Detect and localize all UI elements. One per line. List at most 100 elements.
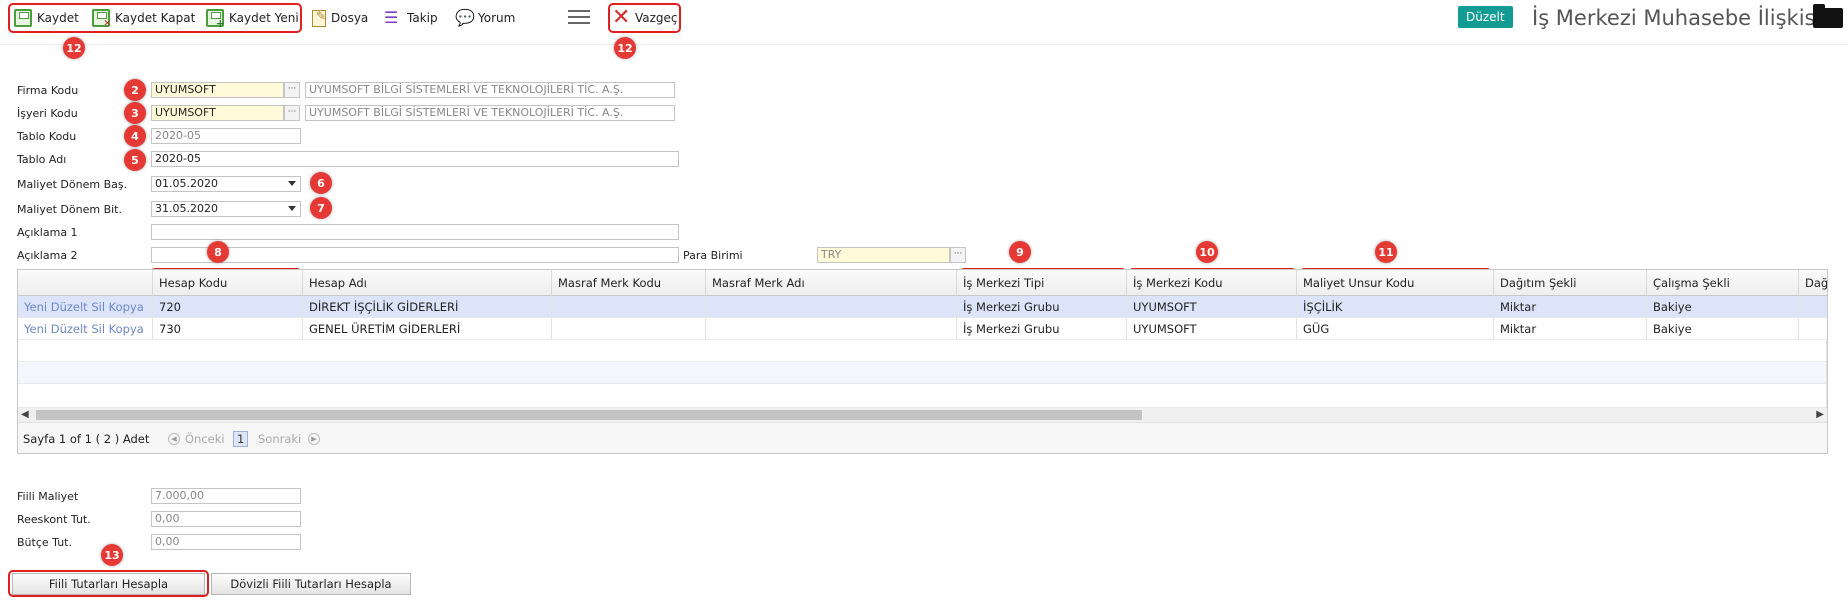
folder-icon[interactable]	[1813, 4, 1843, 28]
reeskont-label: Reeskont Tut.	[17, 513, 91, 526]
checklist-icon: ☰	[384, 8, 399, 27]
table-cell[interactable]: UYUMSOFT	[1127, 296, 1297, 318]
tablo-adi-input[interactable]: 2020-05	[151, 151, 679, 167]
grid-header-calisma-sekli[interactable]: Çalışma Şekli	[1647, 270, 1799, 296]
isyeri-kodu-label: İşyeri Kodu	[17, 107, 78, 120]
grid-header-masraf-merk-adi[interactable]: Masraf Merk Adı	[706, 270, 957, 296]
pager-info: Sayfa 1 of 1 ( 2 ) Adet	[23, 432, 150, 446]
follow-button[interactable]: ☰ Takip	[384, 5, 438, 31]
aciklama1-label: Açıklama 1	[17, 226, 78, 239]
reeskont-field: 0,00	[151, 511, 301, 527]
grid-header-dag[interactable]: Dağ	[1799, 270, 1827, 296]
step-marker: 4	[124, 125, 146, 147]
grid-header-masraf-merk-kodu[interactable]: Masraf Merk Kodu	[552, 270, 706, 296]
chevron-down-icon	[288, 206, 296, 211]
comment-button[interactable]: 💬 Yorum	[455, 5, 515, 31]
grid-pager: Sayfa 1 of 1 ( 2 ) Adet ◀ Önceki 1 Sonra…	[18, 422, 1827, 453]
para-birimi-lookup-button[interactable]: ···	[950, 247, 966, 263]
scroll-right-icon[interactable]: ▶	[1816, 408, 1824, 422]
highlight-cancel	[608, 3, 681, 33]
scroll-thumb[interactable]	[36, 410, 1142, 420]
table-cell[interactable]: Miktar	[1494, 296, 1647, 318]
butce-field: 0,00	[151, 534, 301, 550]
table-cell[interactable]: GÜG	[1297, 318, 1494, 340]
prev-page-button[interactable]: Önceki	[185, 432, 225, 446]
detail-grid: Hesap Kodu Hesap Adı Masraf Merk Kodu Ma…	[17, 269, 1828, 454]
step-marker: 2	[124, 79, 146, 101]
table-cell[interactable]	[706, 296, 957, 318]
donem-bas-label: Maliyet Dönem Baş.	[17, 178, 128, 191]
mode-badge: Düzelt	[1458, 6, 1513, 28]
step-marker: 11	[1375, 241, 1397, 263]
step-marker: 8	[207, 241, 229, 263]
empty-row	[18, 340, 1827, 362]
step-marker: 13	[101, 544, 123, 566]
donem-bit-select[interactable]: 31.05.2020	[151, 201, 301, 217]
table-cell[interactable]: GENEL ÜRETİM GİDERLERİ	[303, 318, 552, 340]
isyeri-lookup-button[interactable]: ···	[284, 105, 300, 121]
scroll-left-icon[interactable]: ◀	[21, 408, 29, 422]
grid-header-dagitim-sekli[interactable]: Dağıtım Şekli	[1494, 270, 1647, 296]
calc-fx-actual-amounts-button[interactable]: Dövizli Fiili Tutarları Hesapla	[211, 573, 411, 595]
menu-icon[interactable]	[568, 10, 590, 24]
table-cell[interactable]: Miktar	[1494, 318, 1647, 340]
isyeri-desc-field: UYUMSOFT BİLGİ SİSTEMLERİ VE TEKNOLOJİLE…	[305, 105, 675, 121]
table-cell[interactable]: İş Merkezi Grubu	[957, 318, 1127, 340]
aciklama1-input[interactable]	[151, 224, 679, 240]
table-cell[interactable]: Bakiye	[1647, 318, 1799, 340]
table-cell[interactable]: 730	[153, 318, 303, 340]
aciklama2-label: Açıklama 2	[17, 249, 78, 262]
file-edit-icon	[312, 9, 326, 27]
row-actions-link[interactable]: Yeni Düzelt Sil Kopya	[18, 318, 153, 340]
empty-row	[18, 362, 1827, 384]
table-cell[interactable]: UYUMSOFT	[1127, 318, 1297, 340]
table-cell[interactable]: 720	[153, 296, 303, 318]
prev-page-icon[interactable]: ◀	[168, 433, 180, 445]
table-cell[interactable]	[1799, 296, 1827, 318]
horizontal-scrollbar[interactable]: ◀ ▶	[18, 408, 1827, 422]
aciklama2-input[interactable]	[151, 247, 679, 263]
fiili-maliyet-label: Fiili Maliyet	[17, 490, 79, 503]
firma-kodu-input[interactable]: UYUMSOFT	[151, 82, 284, 98]
table-cell[interactable]: İŞÇİLİK	[1297, 296, 1494, 318]
grid-header-hesap-adi[interactable]: Hesap Adı	[303, 270, 552, 296]
step-marker: 9	[1009, 241, 1031, 263]
step-marker: 10	[1196, 241, 1218, 263]
step-marker: 5	[124, 149, 146, 171]
step-marker: 6	[310, 172, 332, 194]
step-marker: 12	[614, 37, 636, 59]
step-marker: 3	[124, 102, 146, 124]
grid-header-maliyet-unsur-kodu[interactable]: Maliyet Unsur Kodu	[1297, 270, 1494, 296]
grid-header-hesap-kodu[interactable]: Hesap Kodu	[153, 270, 303, 296]
donem-bas-select[interactable]: 01.05.2020	[151, 176, 301, 192]
row-actions-link[interactable]: Yeni Düzelt Sil Kopya	[18, 296, 153, 318]
firma-lookup-button[interactable]: ···	[284, 82, 300, 98]
next-page-button[interactable]: Sonraki	[258, 432, 301, 446]
chat-icon: 💬	[455, 8, 475, 27]
table-cell[interactable]: İş Merkezi Grubu	[957, 296, 1127, 318]
grid-header-is-merkezi-tipi[interactable]: İş Merkezi Tipi	[957, 270, 1127, 296]
para-birimi-label: Para Birimi	[683, 249, 743, 262]
current-page-number[interactable]: 1	[233, 431, 249, 447]
grid-header-is-merkezi-kodu[interactable]: İş Merkezi Kodu	[1127, 270, 1297, 296]
table-cell[interactable]	[552, 296, 706, 318]
table-cell[interactable]	[1799, 318, 1827, 340]
donem-bit-label: Maliyet Dönem Bit.	[17, 203, 122, 216]
next-page-icon[interactable]: ▶	[308, 433, 320, 445]
step-marker: 12	[63, 37, 85, 59]
fiili-maliyet-field: 7.000,00	[151, 488, 301, 504]
table-cell[interactable]	[706, 318, 957, 340]
table-cell[interactable]	[552, 318, 706, 340]
file-button[interactable]: Dosya	[312, 5, 368, 31]
grid-header-actions	[18, 270, 153, 296]
butce-label: Bütçe Tut.	[17, 536, 72, 549]
calc-actual-amounts-button[interactable]: Fiili Tutarları Hesapla	[12, 573, 205, 595]
isyeri-kodu-input[interactable]: UYUMSOFT	[151, 105, 284, 121]
table-cell[interactable]: DİREKT İŞÇİLİK GİDERLERİ	[303, 296, 552, 318]
table-cell[interactable]: Bakiye	[1647, 296, 1799, 318]
para-birimi-input[interactable]: TRY	[817, 247, 950, 263]
tablo-kodu-input[interactable]: 2020-05	[151, 128, 301, 144]
empty-row	[18, 384, 1827, 408]
highlight-save-group	[8, 3, 302, 33]
step-marker: 7	[310, 197, 332, 219]
